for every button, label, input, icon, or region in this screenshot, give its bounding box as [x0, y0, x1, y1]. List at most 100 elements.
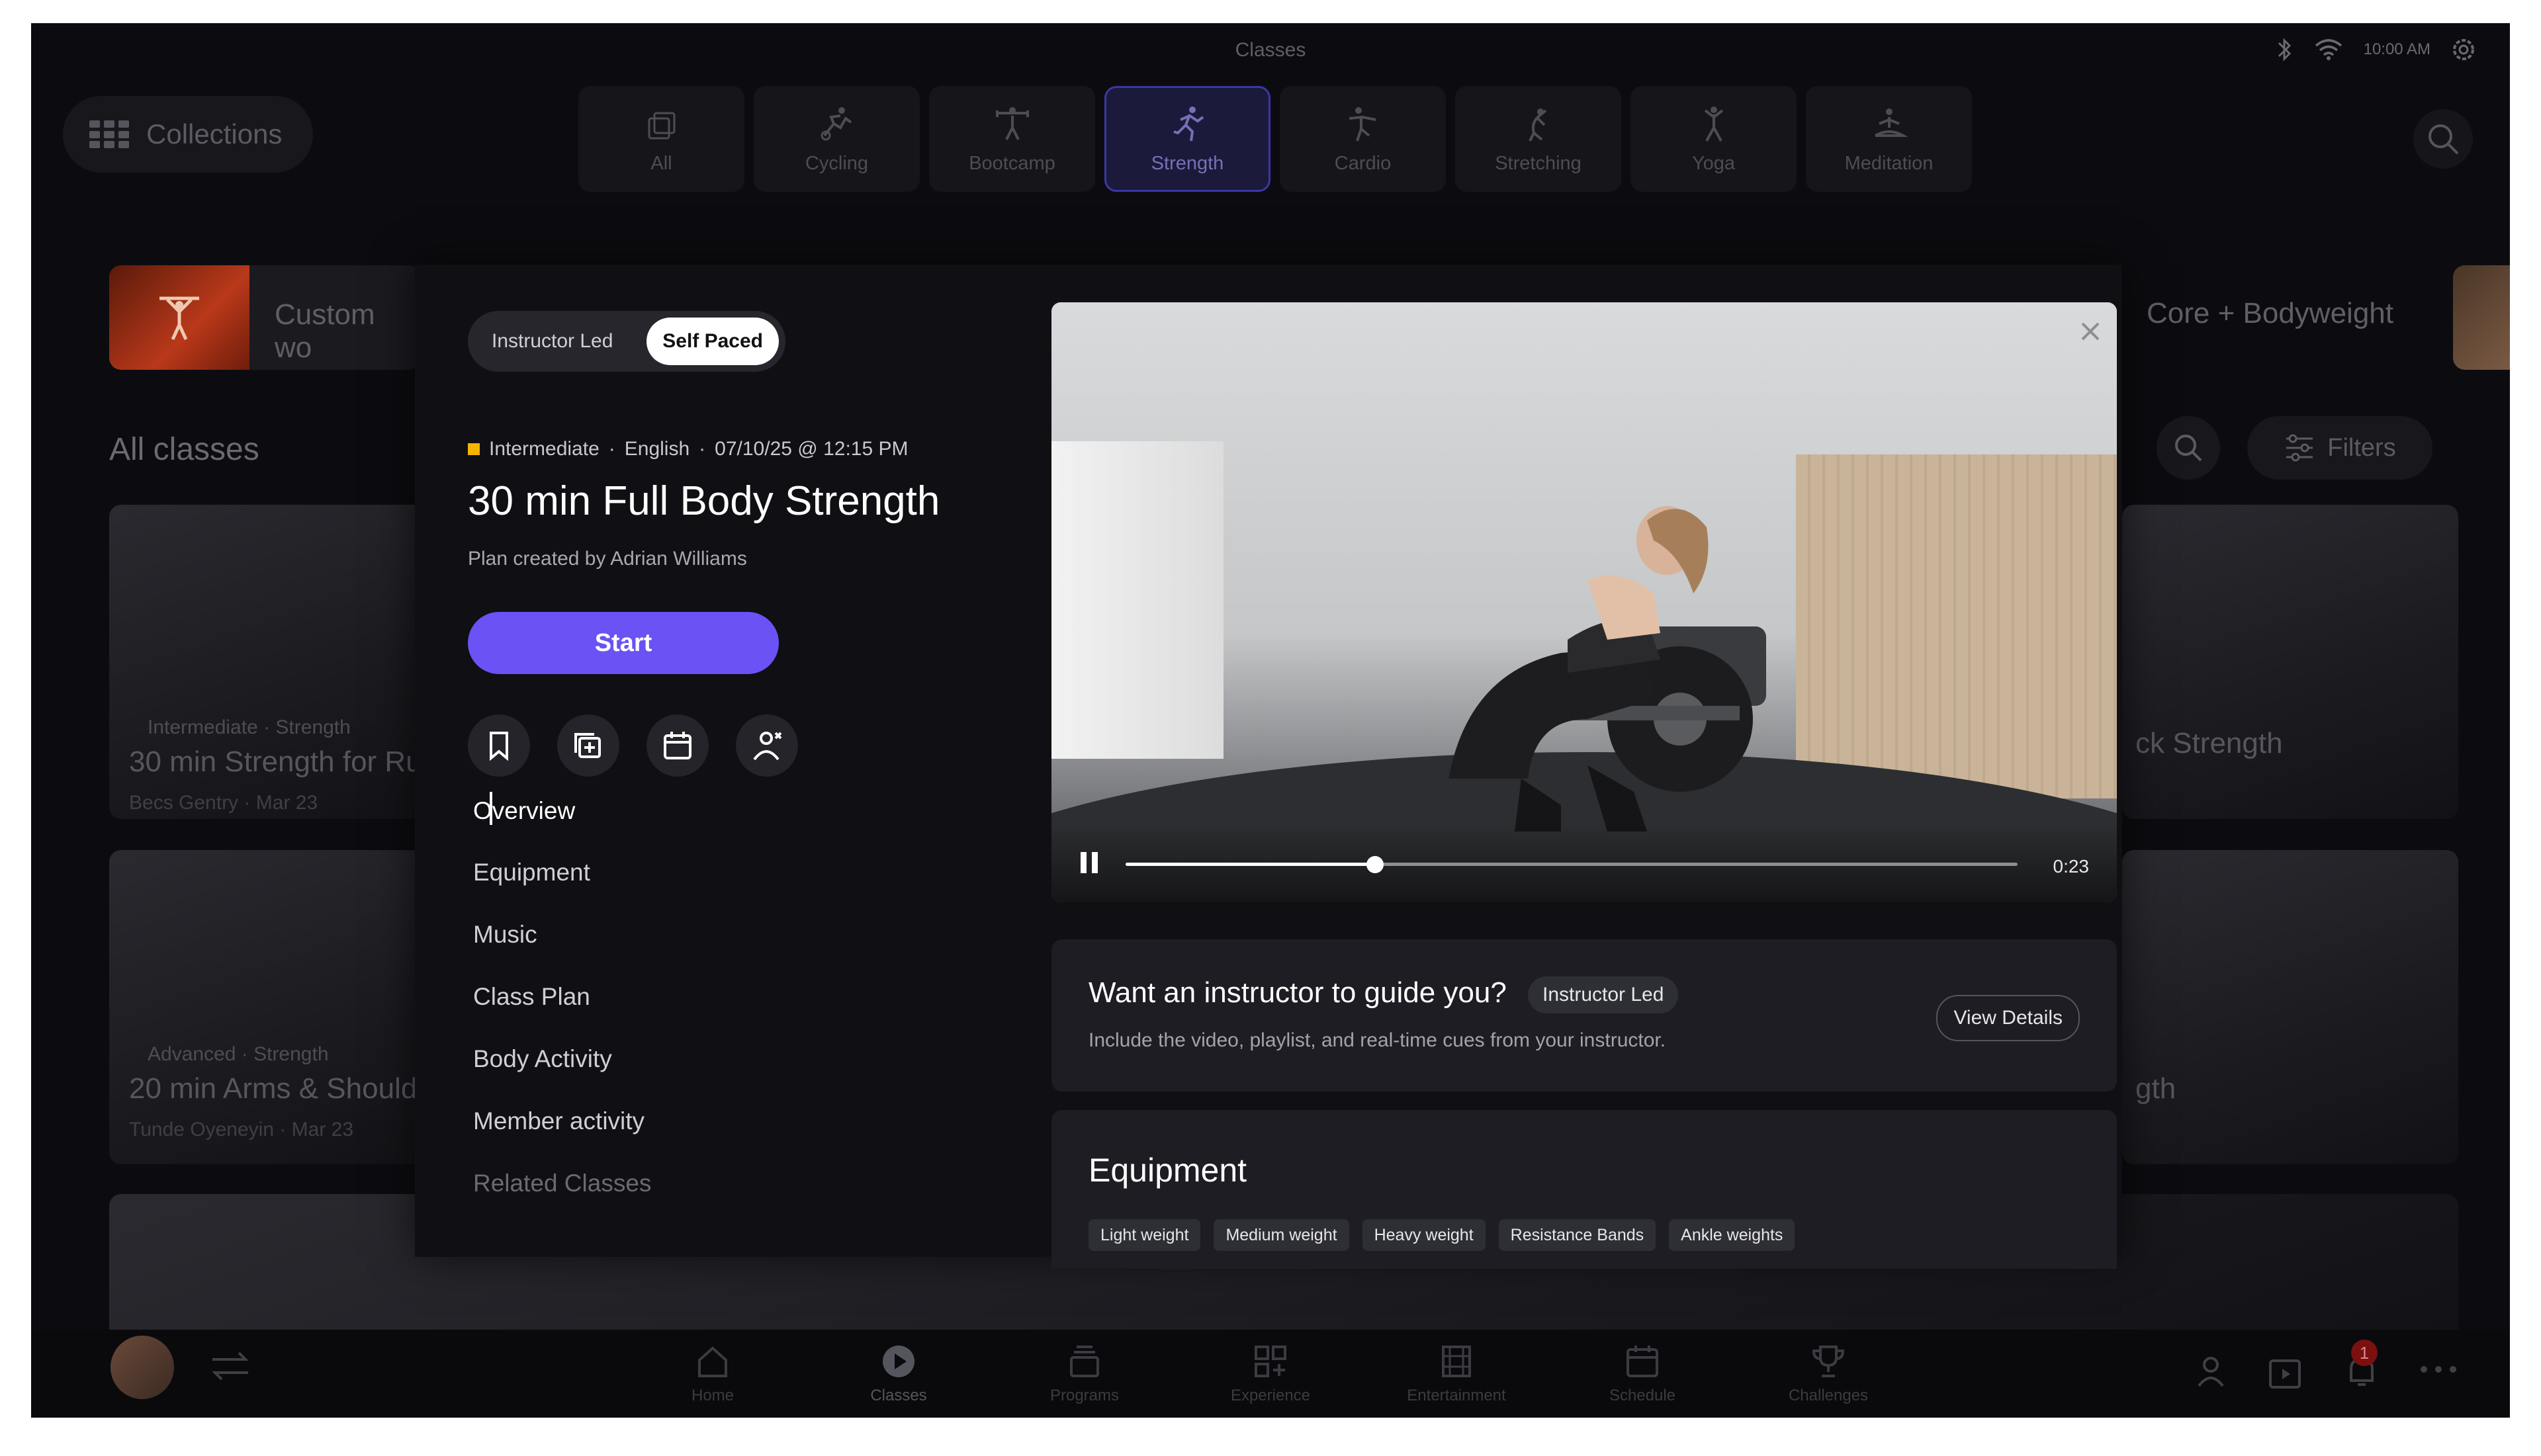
- tab-all[interactable]: All: [578, 86, 744, 192]
- tab-cycling[interactable]: Cycling: [754, 86, 920, 192]
- nav-experience[interactable]: Experience: [1218, 1342, 1323, 1405]
- nav-label: Entertainment: [1407, 1387, 1506, 1404]
- switch-profile-icon[interactable]: [207, 1346, 253, 1386]
- section-equipment[interactable]: Equipment: [473, 859, 590, 886]
- self-paced-option[interactable]: Self Paced: [646, 318, 779, 365]
- tab-strength[interactable]: Strength: [1104, 86, 1270, 192]
- search-icon: [2175, 435, 2202, 462]
- nav-classes[interactable]: Classes: [846, 1342, 952, 1405]
- card-subtitle: Becs Gentry · Mar 23: [129, 792, 318, 814]
- class-date: 07/10/25 @ 12:15 PM: [715, 438, 909, 460]
- nav-home[interactable]: Home: [660, 1342, 766, 1405]
- equipment-chip: Ankle weights: [1669, 1219, 1795, 1251]
- nav-label: Challenges: [1788, 1387, 1869, 1404]
- bookmark-button[interactable]: [468, 714, 530, 777]
- nav-schedule[interactable]: Schedule: [1589, 1342, 1695, 1405]
- tab-cardio[interactable]: Cardio: [1280, 86, 1446, 192]
- more-icon[interactable]: [2419, 1359, 2458, 1379]
- sliders-icon: [2286, 434, 2313, 462]
- calendar-icon: [664, 732, 691, 759]
- stacked-classes-icon[interactable]: [2265, 1350, 2307, 1392]
- progress-fill: [1126, 863, 1376, 866]
- view-details-button[interactable]: View Details: [1936, 995, 2080, 1041]
- experience-icon: [1255, 1346, 1286, 1377]
- lifter-icon: [159, 296, 199, 341]
- notification-badge: 1: [2351, 1340, 2378, 1366]
- settings-gear-icon[interactable]: [2450, 36, 2477, 63]
- tab-label: Cardio: [1334, 152, 1392, 174]
- tab-label: Yoga: [1691, 152, 1736, 174]
- nav-label: Programs: [1049, 1387, 1120, 1404]
- class-meta: Intermediate · English · 07/10/25 @ 12:1…: [468, 438, 908, 460]
- banner-right-thumbnail[interactable]: [2453, 265, 2510, 370]
- stack-icon: [648, 112, 675, 139]
- programs-icon: [1070, 1346, 1099, 1377]
- section-overview[interactable]: Overview: [473, 797, 575, 825]
- custom-workout-banner[interactable]: Custom wo: [109, 265, 420, 370]
- add-to-stack-button[interactable]: [557, 714, 619, 777]
- nav-label: Experience: [1230, 1387, 1311, 1404]
- video-wall-panel: [1051, 441, 1224, 759]
- class-card[interactable]: Intermediate · Strength 30 min Strength …: [109, 505, 453, 819]
- wifi-icon: [2315, 39, 2342, 60]
- class-card[interactable]: Advanced · Strength 20 min Arms & Should…: [109, 850, 453, 1164]
- instructor-led-option[interactable]: Instructor Led: [478, 311, 626, 372]
- bootcamp-icon: [995, 107, 1029, 140]
- section-body-activity[interactable]: Body Activity: [473, 1045, 612, 1073]
- cardio-icon: [1349, 107, 1376, 142]
- calendar-icon: [1627, 1346, 1658, 1377]
- film-icon: [1442, 1346, 1471, 1377]
- nav-programs[interactable]: Programs: [1032, 1342, 1137, 1405]
- video-progress-bar[interactable]: [1126, 856, 2018, 873]
- nav-label: Classes: [870, 1387, 927, 1404]
- home-icon: [698, 1346, 727, 1377]
- class-search-button[interactable]: [2157, 416, 2220, 480]
- banner-label: Custom wo: [275, 298, 375, 364]
- friends-icon[interactable]: [2190, 1350, 2232, 1392]
- search-icon: [2429, 124, 2459, 155]
- collections-button[interactable]: Collections: [63, 96, 313, 173]
- level-indicator: [468, 443, 480, 455]
- pause-icon[interactable]: [1078, 849, 1100, 876]
- section-class-plan[interactable]: Class Plan: [473, 983, 590, 1011]
- invite-friends-button[interactable]: [736, 714, 798, 777]
- video-time: 0:23: [2053, 856, 2090, 877]
- filters-button[interactable]: Filters: [2247, 416, 2432, 480]
- cycling-icon: [821, 107, 852, 140]
- class-mode-toggle: Instructor Led Self Paced: [468, 311, 785, 372]
- nav-label: Home: [691, 1387, 735, 1404]
- video-wood-panel: [1796, 454, 2117, 798]
- plan-creator: Plan created by Adrian Williams: [468, 548, 747, 570]
- tab-label: Meditation: [1844, 152, 1934, 174]
- nav-entertainment[interactable]: Entertainment: [1404, 1342, 1509, 1405]
- nav-challenges[interactable]: Challenges: [1775, 1342, 1881, 1405]
- section-member-activity[interactable]: Member activity: [473, 1107, 645, 1135]
- start-button[interactable]: Start: [468, 612, 779, 674]
- section-related-classes[interactable]: Related Classes: [473, 1170, 651, 1197]
- card-title: 30 min Strength for Ru: [129, 746, 422, 778]
- equipment-chip: Light weight: [1089, 1219, 1201, 1251]
- tab-label: Bootcamp: [969, 152, 1055, 174]
- instructor-figure: [1449, 506, 1766, 832]
- bookmark-icon: [490, 732, 508, 761]
- tab-meditation[interactable]: Meditation: [1806, 86, 1972, 192]
- class-card[interactable]: ck Strength: [2122, 505, 2458, 819]
- global-search-button[interactable]: [2413, 109, 2473, 169]
- yoga-icon: [1704, 106, 1723, 142]
- tab-stretching[interactable]: Stretching: [1455, 86, 1621, 192]
- add-to-stack-icon: [574, 733, 601, 758]
- equipment-chip: Heavy weight: [1362, 1219, 1486, 1251]
- section-music[interactable]: Music: [473, 921, 537, 949]
- card-title: 20 min Arms & Should: [129, 1072, 418, 1105]
- video-player[interactable]: 0:23: [1051, 302, 2117, 902]
- filters-label: Filters: [2327, 433, 2396, 462]
- avatar[interactable]: [111, 1336, 174, 1399]
- tab-bootcamp[interactable]: Bootcamp: [929, 86, 1095, 192]
- tab-yoga[interactable]: Yoga: [1630, 86, 1797, 192]
- class-card[interactable]: gth: [2122, 850, 2458, 1164]
- grid-icon: [89, 120, 129, 148]
- schedule-button[interactable]: [646, 714, 709, 777]
- stretching-icon: [1528, 108, 1546, 142]
- instructor-guide-card: Want an instructor to guide you? Instruc…: [1051, 939, 2117, 1092]
- close-icon[interactable]: [2077, 318, 2104, 345]
